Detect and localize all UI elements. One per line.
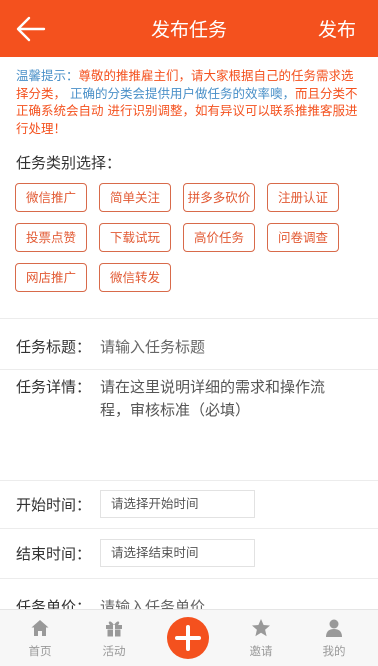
divider [0, 578, 378, 579]
home-icon [31, 620, 49, 636]
gift-icon [106, 621, 122, 637]
category-button-wechat-promo[interactable]: 微信推广 [15, 183, 87, 212]
tip-part-3: 正确的分类会提供用户做任务的效率噢， [66, 85, 295, 101]
category-button-wechat-share[interactable]: 微信转发 [99, 263, 171, 292]
tab-activity-label: 活动 [102, 644, 126, 658]
category-button-pdd-bargain[interactable]: 拼多多砍价 [183, 183, 255, 212]
category-button-simple-follow[interactable]: 简单关注 [99, 183, 171, 212]
start-time-label: 开始时间： [16, 496, 92, 514]
category-button-shop-promo[interactable]: 网店推广 [15, 263, 87, 292]
add-task-button[interactable] [167, 617, 209, 659]
divider [0, 480, 378, 481]
tab-home-label: 首页 [28, 644, 52, 658]
publish-button[interactable]: 发布 [318, 15, 356, 42]
category-button-register[interactable]: 注册认证 [267, 183, 339, 212]
task-title-input[interactable]: 请输入任务标题 [100, 336, 205, 357]
tab-mine[interactable]: 我的 [304, 610, 364, 666]
user-icon [326, 619, 342, 637]
divider [0, 318, 378, 319]
category-button-survey[interactable]: 问卷调查 [267, 223, 339, 252]
end-time-input[interactable]: 请选择结束时间 [100, 539, 255, 567]
category-label: 任务类别选择： [16, 154, 122, 172]
task-title-label: 任务标题： [16, 338, 92, 356]
header-bar: 发布任务 发布 [0, 0, 378, 57]
tab-invite[interactable]: 邀请 [231, 610, 291, 666]
star-icon [252, 619, 270, 637]
end-time-label: 结束时间： [16, 545, 92, 563]
plus-icon [175, 625, 201, 651]
category-button-vote-like[interactable]: 投票点赞 [15, 223, 87, 252]
tab-home[interactable]: 首页 [10, 610, 70, 666]
task-detail-textarea[interactable]: 请在这里说明详细的需求和操作流程，审核标准（必填） [100, 376, 350, 422]
tip-part-1: 温馨提示： [16, 68, 79, 83]
tab-invite-label: 邀请 [249, 644, 273, 658]
task-detail-label: 任务详情： [16, 378, 92, 396]
divider [0, 528, 378, 529]
category-button-download-trial[interactable]: 下载试玩 [99, 223, 171, 252]
divider [0, 369, 378, 370]
start-time-input[interactable]: 请选择开始时间 [100, 490, 255, 518]
tab-activity[interactable]: 活动 [84, 610, 144, 666]
category-button-high-price[interactable]: 高价任务 [183, 223, 255, 252]
tab-mine-label: 我的 [322, 644, 346, 658]
tip-notice: 温馨提示：尊敬的推推雇主们，请大家根据自己的任务需求选择分类， 正确的分类会提供… [16, 67, 362, 137]
